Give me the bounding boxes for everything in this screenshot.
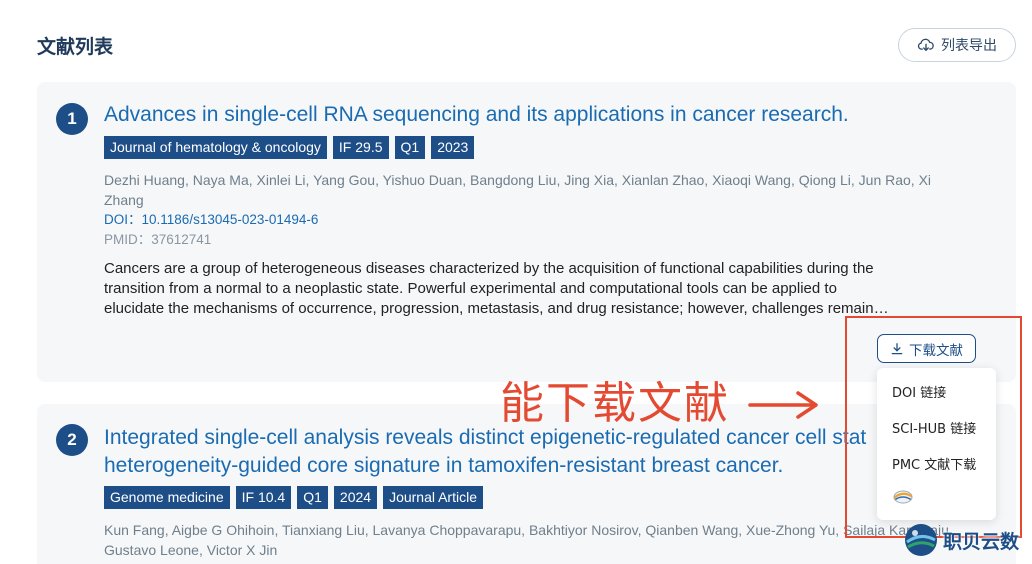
year-tag: 2024 xyxy=(333,486,378,509)
pmid-value: 37612741 xyxy=(151,232,212,247)
year-tag: 2023 xyxy=(431,136,475,159)
cloud-download-icon xyxy=(917,38,934,51)
title-line: heterogeneity-guided core signature in t… xyxy=(104,454,784,477)
article-abstract: Cancers are a group of heterogeneous dis… xyxy=(104,259,984,319)
quartile-tag: Q1 xyxy=(297,486,328,509)
doi-link[interactable]: 10.1186/s13045-023-01494-6 xyxy=(142,212,319,227)
page-title: 文献列表 xyxy=(37,36,114,58)
doi-label: DOI： xyxy=(104,212,142,227)
article-title[interactable]: Integrated single-cell analysis reveals … xyxy=(104,424,866,480)
annotation-text: 能下载文献 xyxy=(500,378,730,429)
article-pmid: PMID：37612741 xyxy=(104,230,211,250)
journal-tag[interactable]: Genome medicine xyxy=(104,486,230,509)
abstract-line: Cancers are a group of heterogeneous dis… xyxy=(104,260,874,277)
article-tags: Genome medicine IF 10.4 Q1 2024 Journal … xyxy=(104,486,483,509)
article-title[interactable]: Advances in single-cell RNA sequencing a… xyxy=(104,101,849,129)
watermark-text: 职贝云数 xyxy=(943,530,1020,553)
export-list-button[interactable]: 列表导出 xyxy=(898,28,1016,62)
quartile-tag: Q1 xyxy=(394,136,426,159)
export-list-label: 列表导出 xyxy=(941,38,997,54)
authors-line: Gustavo Leone, Victor X Jin xyxy=(104,542,278,558)
globe-logo-icon xyxy=(905,524,937,556)
article-index: 2 xyxy=(56,424,88,456)
highlight-box xyxy=(845,316,1022,538)
article-doi: DOI：10.1186/s13045-023-01494-6 xyxy=(104,210,318,230)
article-authors: Dezhi Huang, Naya Ma, Xinlei Li, Yang Go… xyxy=(104,172,932,208)
article-index: 1 xyxy=(56,103,88,135)
pmid-label: PMID： xyxy=(104,232,152,247)
article-type-tag: Journal Article xyxy=(383,486,483,509)
title-line: Integrated single-cell analysis reveals … xyxy=(104,426,867,449)
impact-factor-tag: IF 29.5 xyxy=(332,136,389,159)
journal-tag[interactable]: Journal of hematology & oncology xyxy=(104,136,327,159)
arrow-right-icon xyxy=(748,391,818,419)
watermark: 职贝云数 xyxy=(903,519,1032,561)
abstract-line: transition from a normal to a neoplastic… xyxy=(104,280,837,297)
article-tags: Journal of hematology & oncology IF 29.5… xyxy=(104,136,475,159)
impact-factor-tag: IF 10.4 xyxy=(235,486,292,509)
